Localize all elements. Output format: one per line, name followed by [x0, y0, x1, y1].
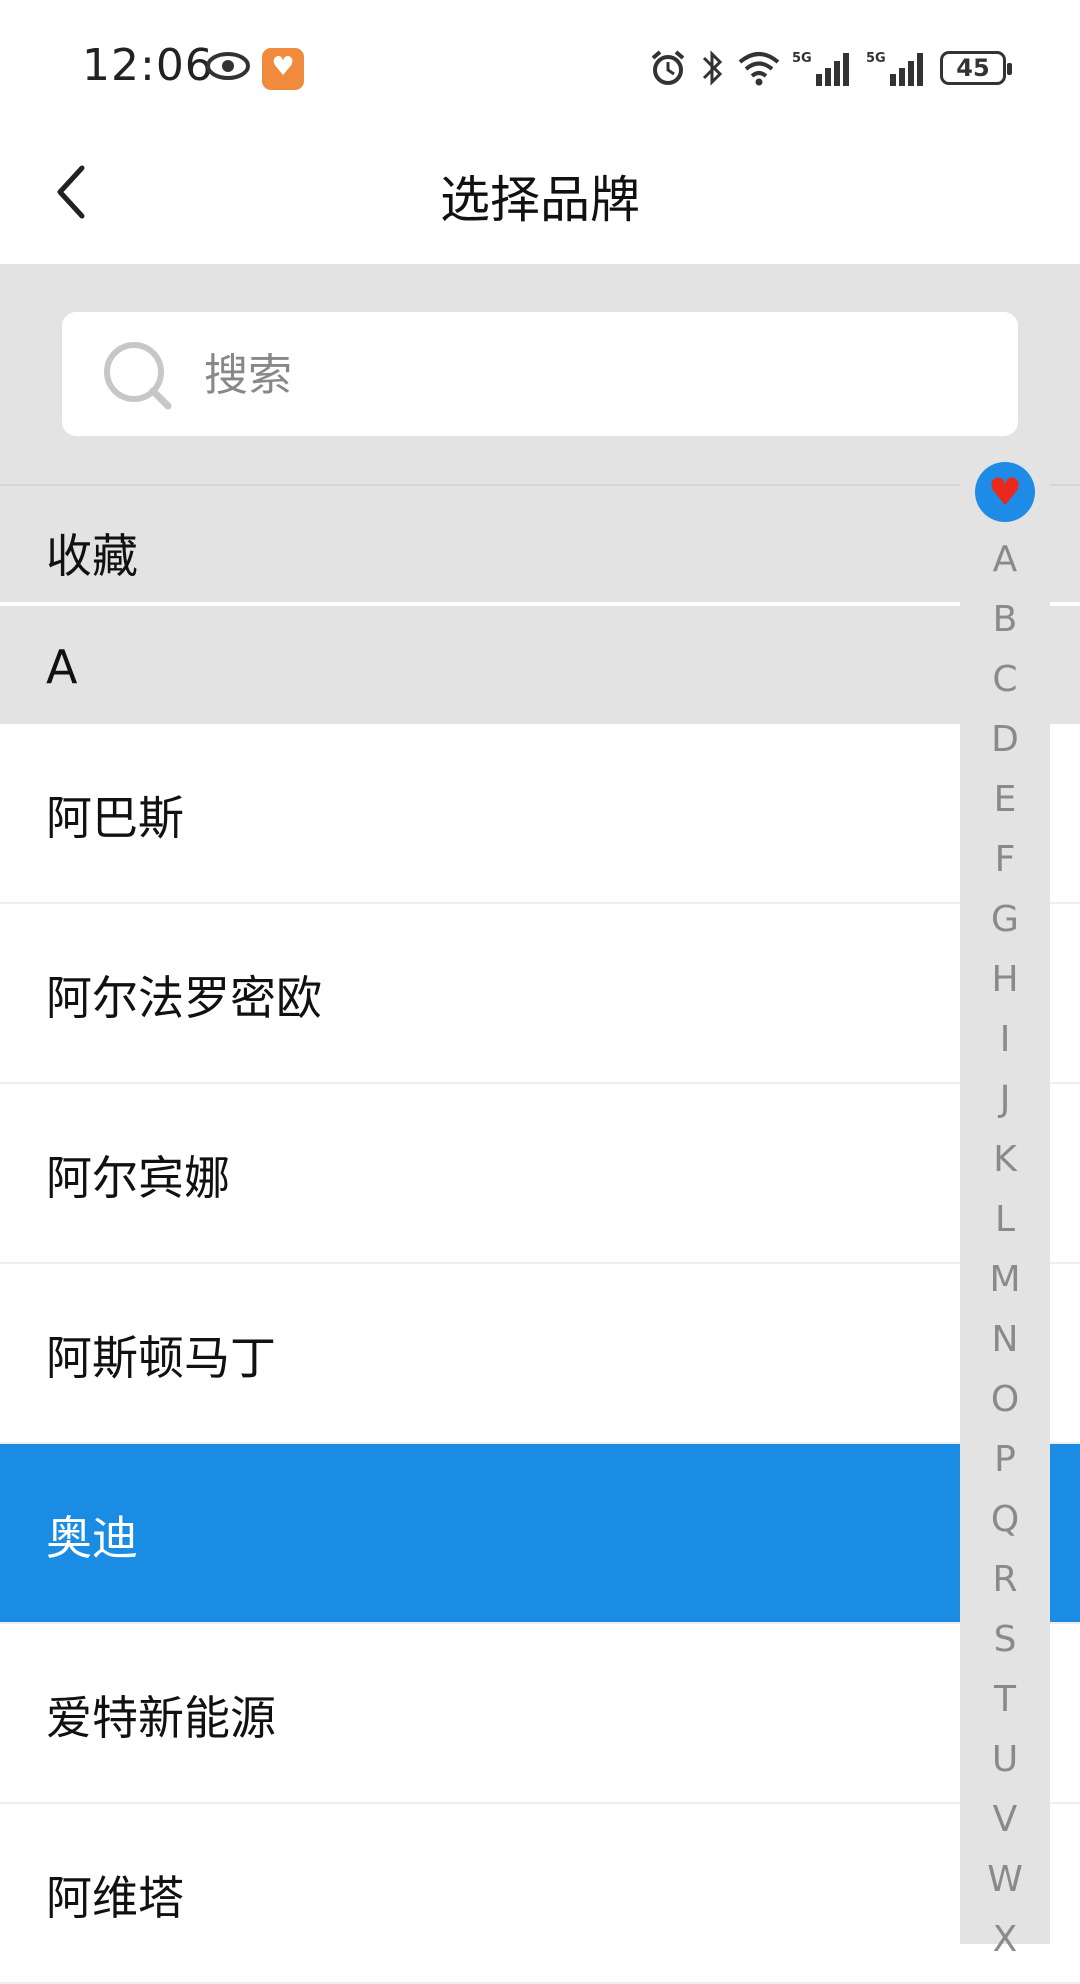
- brand-label: 阿尔法罗密欧: [46, 971, 322, 1025]
- status-time: 12:06: [82, 40, 214, 91]
- index-letter[interactable]: K: [960, 1130, 1050, 1190]
- brand-list: 阿巴斯 阿尔法罗密欧 阿尔宾娜 阿斯顿马丁 奥迪 爱特新能源 阿维塔: [0, 724, 1080, 1984]
- section-label-favorites: 收藏: [46, 529, 138, 583]
- wifi-icon: [738, 52, 780, 86]
- index-letter[interactable]: B: [960, 590, 1050, 650]
- alarm-icon: [651, 50, 685, 85]
- index-letter[interactable]: A: [960, 530, 1050, 590]
- index-letter[interactable]: Q: [960, 1490, 1050, 1550]
- index-letter[interactable]: W: [960, 1850, 1050, 1910]
- eye-icon: [206, 52, 250, 80]
- heart-icon: ♥: [987, 470, 1023, 514]
- search-icon: [104, 342, 172, 410]
- index-letter[interactable]: V: [960, 1790, 1050, 1850]
- index-favorites-button[interactable]: ♥: [975, 462, 1035, 522]
- alphabet-index-bar[interactable]: ♥ ABCDEFGHIJKLMNOPQRSTUVWX: [960, 444, 1050, 1960]
- index-letter[interactable]: F: [960, 830, 1050, 890]
- brand-label: 阿尔宾娜: [46, 1151, 230, 1205]
- brand-item[interactable]: 阿维塔: [0, 1804, 1080, 1984]
- bluetooth-icon: [702, 50, 723, 86]
- brand-label: 阿维塔: [46, 1871, 184, 1925]
- index-letter[interactable]: C: [960, 650, 1050, 710]
- section-label-letter: A: [46, 640, 78, 694]
- svg-text:5G: 5G: [792, 51, 812, 66]
- index-letter[interactable]: T: [960, 1670, 1050, 1730]
- search-section: [0, 264, 1080, 484]
- index-letter[interactable]: I: [960, 1010, 1050, 1070]
- app-bar: 选择品牌: [0, 130, 1080, 264]
- brand-item[interactable]: 阿尔宾娜: [0, 1084, 1080, 1264]
- section-header-letter: A: [0, 606, 1080, 724]
- index-letter[interactable]: S: [960, 1610, 1050, 1670]
- brand-label: 奥迪: [46, 1511, 138, 1565]
- index-letter[interactable]: G: [960, 890, 1050, 950]
- brand-label: 爱特新能源: [46, 1691, 276, 1745]
- battery-level: 45: [956, 54, 990, 82]
- brand-item[interactable]: 阿斯顿马丁: [0, 1264, 1080, 1444]
- index-letter[interactable]: U: [960, 1730, 1050, 1790]
- svg-text:5G: 5G: [866, 51, 886, 66]
- index-letter[interactable]: E: [960, 770, 1050, 830]
- brand-item[interactable]: 阿巴斯: [0, 724, 1080, 904]
- index-letter[interactable]: D: [960, 710, 1050, 770]
- index-letter[interactable]: R: [960, 1550, 1050, 1610]
- index-letter[interactable]: L: [960, 1190, 1050, 1250]
- battery-icon: 45: [940, 51, 1012, 85]
- index-letter[interactable]: P: [960, 1430, 1050, 1490]
- index-letters: ABCDEFGHIJKLMNOPQRSTUVWX: [960, 530, 1050, 1970]
- search-box[interactable]: [62, 312, 1018, 436]
- index-letter[interactable]: O: [960, 1370, 1050, 1430]
- brand-label: 阿斯顿马丁: [46, 1331, 276, 1385]
- index-letter[interactable]: N: [960, 1310, 1050, 1370]
- index-letter[interactable]: X: [960, 1910, 1050, 1970]
- index-letter[interactable]: M: [960, 1250, 1050, 1310]
- status-bar: 12:06 5G 5G: [0, 0, 1080, 130]
- brand-item-selected[interactable]: 奥迪: [0, 1444, 1080, 1624]
- status-icons: 5G 5G 45: [648, 44, 1012, 92]
- signal-5g-icon: 5G: [792, 51, 849, 86]
- page-title: 选择品牌: [440, 171, 640, 229]
- signal-5g-icon: 5G: [866, 51, 923, 86]
- app-notification-icon: [262, 48, 304, 90]
- brand-item[interactable]: 阿尔法罗密欧: [0, 904, 1080, 1084]
- index-letter[interactable]: J: [960, 1070, 1050, 1130]
- brand-item[interactable]: 爱特新能源: [0, 1624, 1080, 1804]
- search-input[interactable]: [202, 334, 986, 416]
- index-letter[interactable]: H: [960, 950, 1050, 1010]
- brand-label: 阿巴斯: [46, 791, 184, 845]
- section-header-favorites: 收藏: [0, 484, 1080, 602]
